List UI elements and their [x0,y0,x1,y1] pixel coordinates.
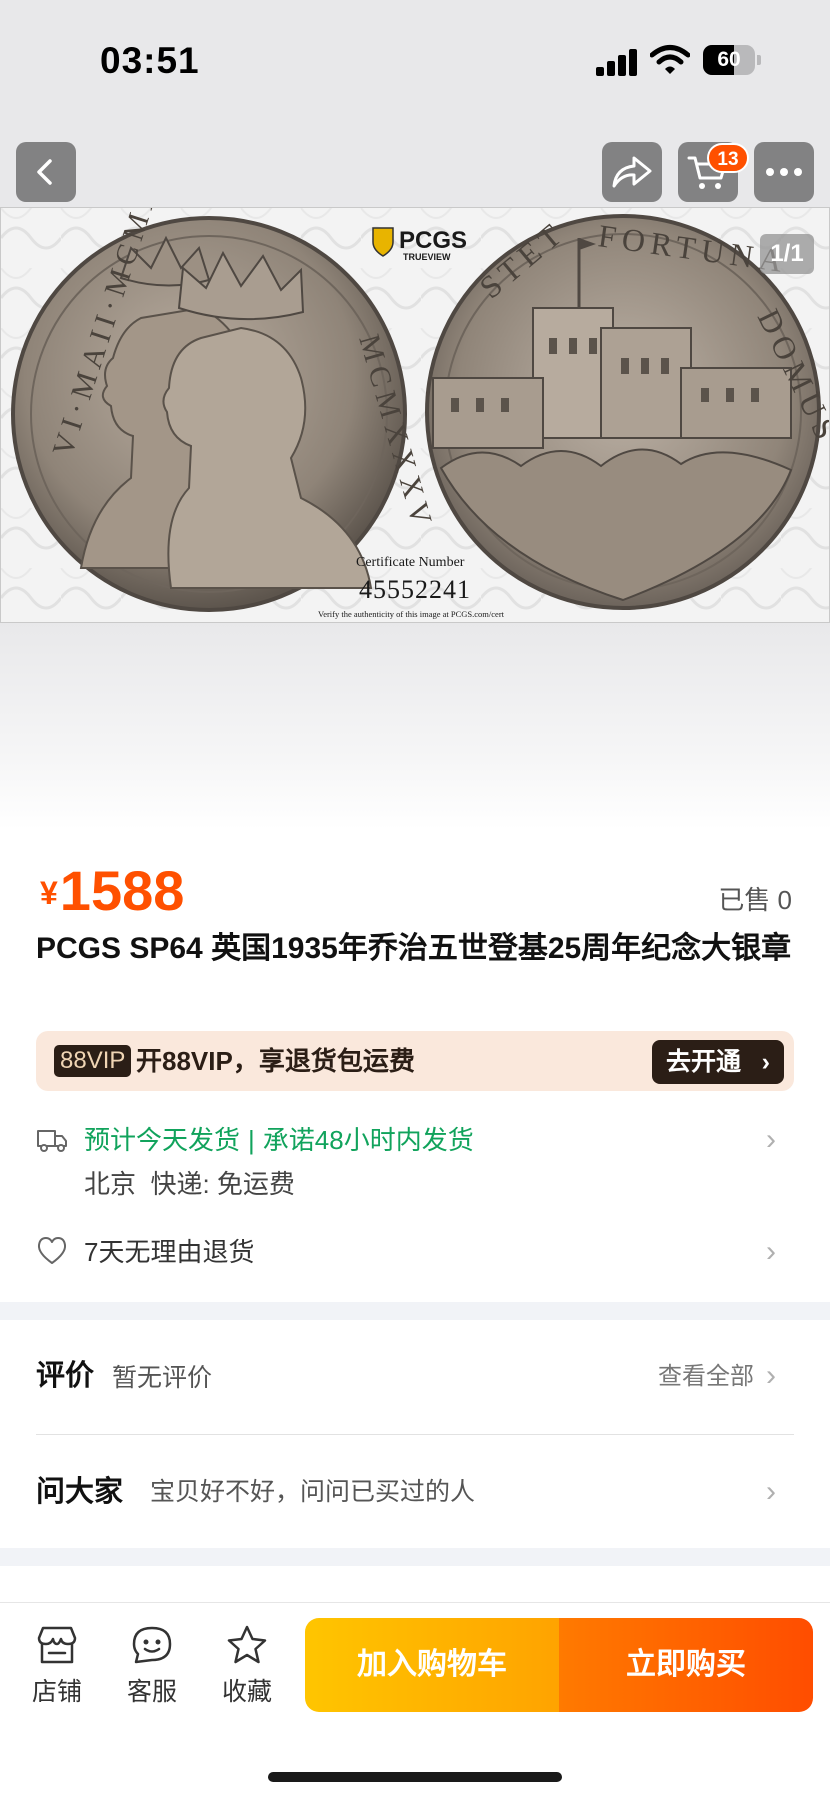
service-label: 客服 [126,1678,177,1706]
shipping-chevron-icon[interactable]: › [766,1124,776,1156]
battery-icon: 60 [703,45,761,75]
star-icon [227,1625,267,1664]
favorite-label: 收藏 [221,1678,272,1706]
more-button[interactable] [754,142,814,202]
status-time: 03:51 [100,40,200,81]
verify-text: Verify the authenticity of this image at… [318,609,505,619]
certificate-number: 45552241 [359,575,471,604]
divider [36,1434,794,1435]
qa-prompt[interactable]: 宝贝好不好，问问已买过的人 [150,1474,475,1510]
reviews-title: 评价 [36,1360,95,1392]
shop-tab[interactable]: 店铺 [17,1624,97,1708]
favorite-tab[interactable]: 收藏 [207,1624,287,1708]
pcgs-brand: PCGS [399,227,467,254]
status-bar: 03:51 60 [0,0,830,120]
shipping-promise: 承诺48小时内发货 [262,1125,474,1155]
image-counter: 1/1 [760,234,814,274]
back-button[interactable] [16,142,76,202]
reviews-view-all[interactable]: 查看全部 [658,1359,754,1395]
truck-icon [37,1130,67,1152]
cta-group: 加入购物车 立即购买 [305,1618,813,1712]
shipping-origin: 北京 [84,1169,137,1199]
product-title: PCGS SP64 英国1935年乔治五世登基25周年纪念大银章 [36,932,792,965]
pcgs-brand-sub: TRUEVIEW [403,252,451,262]
price-currency: ¥ [40,875,58,911]
shipping-separator: | [248,1125,255,1155]
buy-now-button[interactable]: 立即购买 [559,1618,813,1712]
price-amount: 1588 [59,859,185,922]
chevron-left-icon [37,159,52,185]
wifi-icon [650,45,690,74]
reviews-chevron-icon[interactable]: › [766,1360,776,1392]
shop-label: 店铺 [31,1678,82,1706]
return-chevron-icon[interactable]: › [766,1236,776,1268]
section-gap [0,1302,830,1320]
vip-open-label: 去开通 [666,1048,742,1076]
vip-banner[interactable]: 88VIP 开88VIP，享退货包运费 去开通 › [36,1031,794,1091]
store-icon [37,1626,77,1664]
shipping-method: 快递: 免运费 [150,1169,295,1199]
reviews-empty: 暂无评价 [112,1364,213,1392]
shipping-eta-text: 预计今天发货 [84,1125,241,1155]
return-policy[interactable]: 7天无理由退货 [84,1236,254,1268]
coin-photo: VI·MAII·MCMX MCMXXXV STET FORTUNA DOMUS … [1,208,829,622]
share-button[interactable] [602,142,662,202]
sold-count: 已售 0 [718,885,792,915]
shipping-eta[interactable]: 预计今天发货 | 承诺48小时内发货 [84,1124,474,1156]
signal-icon [596,48,638,76]
price: ¥1588 [40,858,184,923]
vip-open-button[interactable]: 去开通 › [652,1040,784,1084]
share-icon [612,156,652,188]
shipping-details: 北京 快递: 免运费 [84,1168,295,1200]
battery-level: 60 [717,48,741,71]
cart-count-badge: 13 [707,143,749,173]
qa-chevron-icon[interactable]: › [766,1476,776,1508]
vip-tag: 88VIP [54,1045,132,1077]
chat-face-icon [132,1626,172,1664]
service-tab[interactable]: 客服 [112,1624,192,1708]
qa-title: 问大家 [36,1476,124,1508]
vip-text: 开88VIP，享退货包运费 [136,1046,415,1076]
certificate-label: Certificate Number [356,555,465,570]
home-indicator [268,1772,562,1782]
section-gap [0,1548,830,1566]
heart-icon [37,1237,67,1264]
chevron-right-icon: › [761,1048,770,1076]
more-icon [766,168,802,176]
add-to-cart-button[interactable]: 加入购物车 [305,1618,559,1712]
product-image[interactable]: VI·MAII·MCMX MCMXXXV STET FORTUNA DOMUS … [0,207,830,623]
